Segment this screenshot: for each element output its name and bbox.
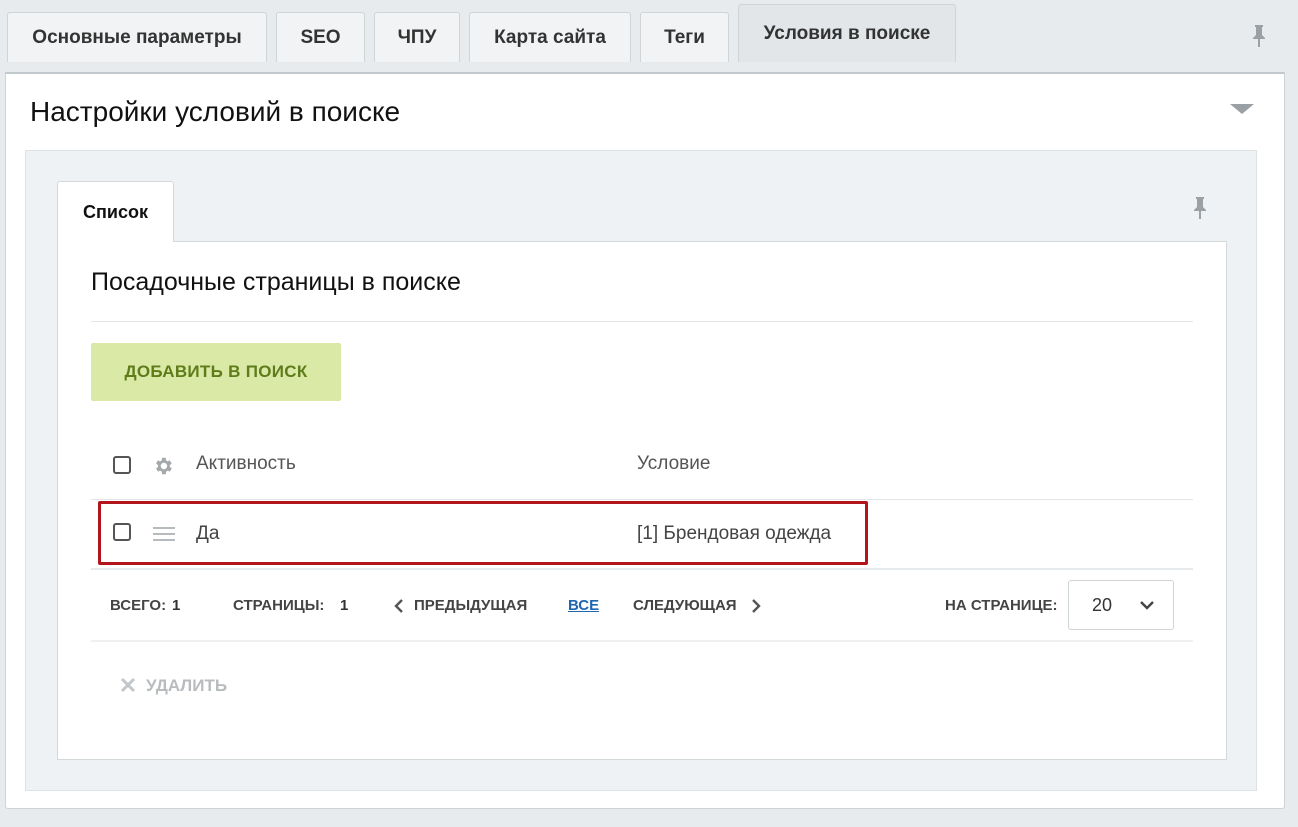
column-header-condition[interactable]: Условие <box>637 453 710 475</box>
next-page-link[interactable]: СЛЕДУЮЩАЯ <box>633 597 737 614</box>
pages-value: 1 <box>340 597 349 614</box>
tab-list[interactable]: Список <box>57 181 174 242</box>
column-header-activity[interactable]: Активность <box>196 453 296 475</box>
card-title: Посадочные страницы в поиске <box>91 268 461 296</box>
chevron-left-icon[interactable] <box>394 598 404 614</box>
per-page-value: 20 <box>1092 595 1113 615</box>
pin-icon[interactable] <box>1193 196 1207 220</box>
chevron-down-icon <box>1140 601 1154 610</box>
tab-chpu[interactable]: ЧПУ <box>374 12 460 62</box>
tab-search-conditions[interactable]: Условия в поиске <box>738 4 956 62</box>
divider <box>91 568 1193 570</box>
row-highlight-box <box>98 501 868 565</box>
collapse-arrow-icon[interactable] <box>1230 104 1254 114</box>
tab-sitemap[interactable]: Карта сайта <box>469 12 631 62</box>
pin-icon[interactable] <box>1252 24 1266 48</box>
pages-label: СТРАНИЦЫ: <box>233 597 325 614</box>
settings-panel: Настройки условий в поиске Список Посадо… <box>5 72 1285 809</box>
chevron-right-icon[interactable] <box>751 598 761 614</box>
divider <box>91 640 1193 642</box>
tab-tags[interactable]: Теги <box>640 12 729 62</box>
inner-container: Список Посадочные страницы в поиске ДОБА… <box>25 150 1257 791</box>
per-page-select[interactable]: 20 <box>1068 580 1174 630</box>
select-all-checkbox[interactable] <box>113 456 131 474</box>
add-to-search-button[interactable]: ДОБАВИТЬ В ПОИСК <box>91 343 341 401</box>
per-page-label: НА СТРАНИЦЕ: <box>945 597 1058 614</box>
panel-title: Настройки условий в поиске <box>30 96 401 127</box>
prev-page-link[interactable]: ПРЕДЫДУЩАЯ <box>414 597 527 614</box>
close-icon <box>120 677 136 693</box>
divider <box>91 499 1193 500</box>
total-value: 1 <box>172 597 181 614</box>
gear-icon[interactable] <box>152 455 174 477</box>
tab-main-params[interactable]: Основные параметры <box>7 12 267 62</box>
total-label: ВСЕГО: <box>110 597 167 614</box>
list-card: Посадочные страницы в поиске ДОБАВИТЬ В … <box>57 241 1227 760</box>
all-pages-link[interactable]: ВСЕ <box>568 597 599 614</box>
divider <box>91 321 1193 322</box>
tab-seo[interactable]: SEO <box>276 12 365 62</box>
